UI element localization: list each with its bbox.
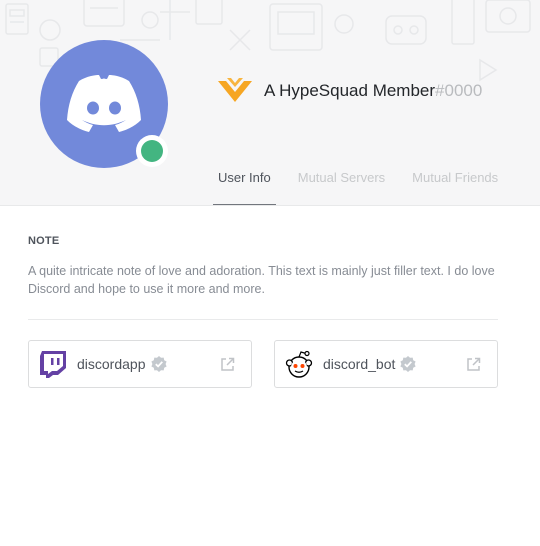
discriminator: #0000: [435, 81, 483, 100]
external-link-icon[interactable]: [220, 357, 235, 372]
nameplate: A HypeSquad Member #0000: [218, 78, 482, 104]
twitch-icon: [40, 351, 66, 378]
account-name: discord_bot: [323, 356, 396, 372]
profile-tabs: User Info Mutual Servers Mutual Friends: [213, 166, 520, 205]
note-text[interactable]: A quite intricate note of love and adora…: [28, 262, 498, 298]
connected-accounts: discordapp discord_bot: [28, 340, 498, 388]
profile-header: A HypeSquad Member #0000 User Info Mutual…: [0, 0, 540, 206]
discord-logo-icon: [67, 75, 141, 132]
connected-account-twitch[interactable]: discordapp: [28, 340, 252, 388]
status-dot-fill: [141, 140, 163, 162]
tab-mutual-servers[interactable]: Mutual Servers: [293, 166, 390, 205]
verified-check-icon: [400, 356, 416, 372]
verified-check-icon: [150, 356, 167, 372]
reddit-icon: [285, 350, 313, 378]
account-name: discordapp: [77, 356, 146, 372]
tab-mutual-friends[interactable]: Mutual Friends: [407, 166, 503, 205]
hypesquad-badge-icon[interactable]: [218, 78, 252, 104]
avatar[interactable]: [40, 40, 168, 168]
connected-account-reddit[interactable]: discord_bot: [274, 340, 498, 388]
user-profile-modal: A HypeSquad Member #0000 User Info Mutual…: [0, 0, 540, 546]
tab-user-info[interactable]: User Info: [213, 166, 276, 205]
username: A HypeSquad Member: [264, 81, 436, 100]
external-link-icon[interactable]: [466, 357, 481, 372]
note-title: NOTE: [28, 235, 60, 247]
divider: [28, 319, 498, 320]
online-status-indicator: [136, 135, 168, 167]
